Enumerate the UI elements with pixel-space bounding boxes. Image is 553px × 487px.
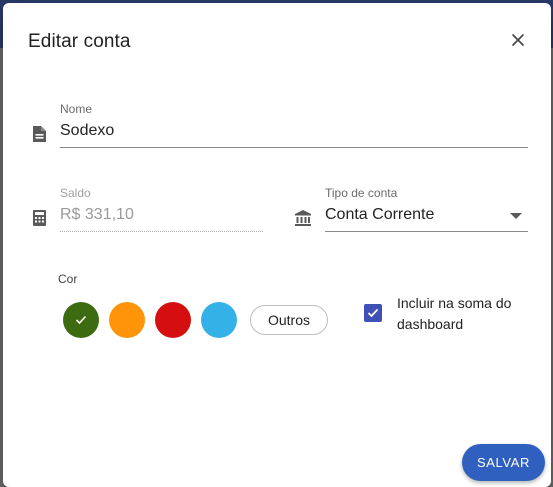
bank-icon [295,210,311,226]
check-icon [367,308,379,318]
color-swatch-blue[interactable] [201,302,237,338]
saldo-input: R$ 331,10 [60,206,134,223]
tipo-select[interactable]: Conta Corrente [325,206,434,224]
dashboard-checkbox[interactable] [364,304,382,322]
dashboard-checkbox-label: Incluir na soma do dashboard [397,295,512,332]
tipo-label: Tipo de conta [325,186,398,200]
nome-underline [60,147,528,148]
saldo-label: Saldo [60,186,91,200]
check-icon [75,315,87,325]
saldo-underline [60,231,263,232]
color-swatch-orange[interactable] [109,302,145,338]
color-swatch-green[interactable] [63,302,99,338]
dialog-title: Editar conta [28,31,131,52]
close-button[interactable] [509,31,527,49]
document-icon [33,126,46,142]
cor-label: Cor [58,272,78,286]
nome-label: Nome [60,102,93,116]
nome-input[interactable]: Sodexo [60,122,114,140]
other-color-button[interactable]: Outros [250,305,328,335]
save-button[interactable]: SALVAR [462,444,545,481]
chevron-down-icon[interactable] [510,213,522,220]
tipo-underline [325,231,528,232]
calculator-icon [33,210,46,226]
color-swatch-red[interactable] [155,302,191,338]
edit-account-dialog: Editar conta Nome Sodexo Saldo R$ 331,10… [3,3,551,487]
close-icon [512,34,524,46]
